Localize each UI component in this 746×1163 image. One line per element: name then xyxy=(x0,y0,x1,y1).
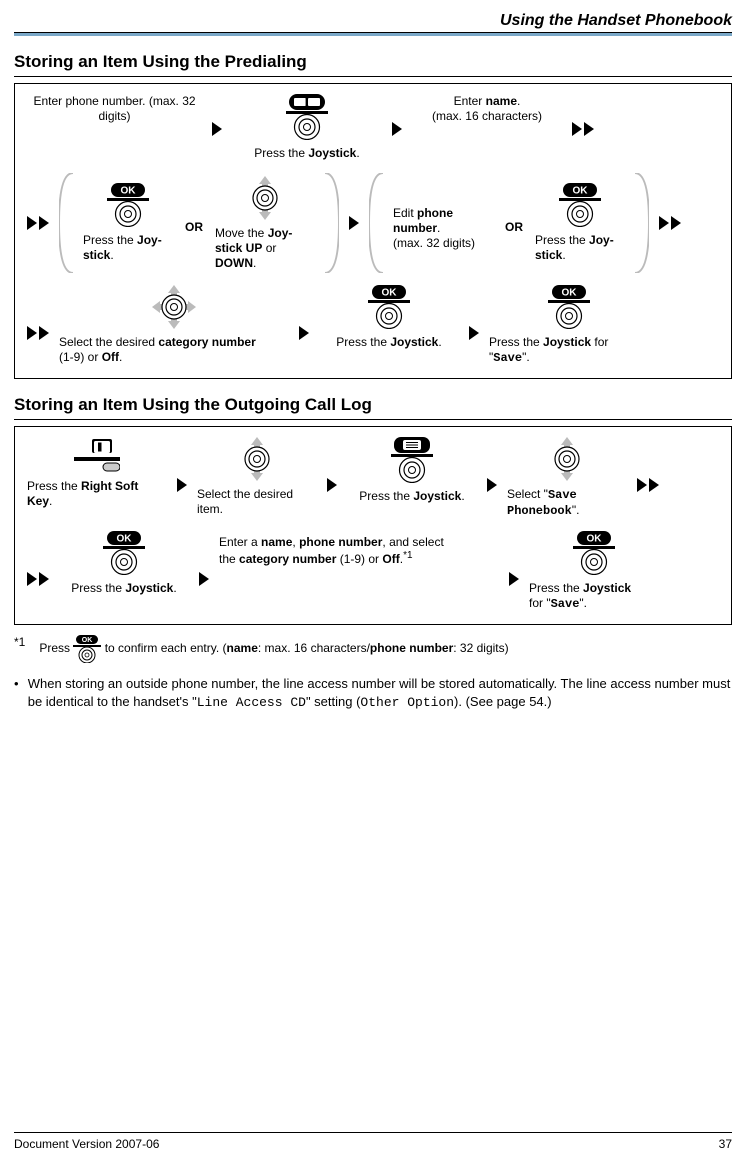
section1-underline xyxy=(14,76,732,77)
s2-step5-caption: Press the Joystick. xyxy=(59,581,189,596)
s1-step5-caption: Edit phonenumber.(max. 32 digits) xyxy=(393,206,493,251)
footnote-text: Press to confirm each entry. (name: max.… xyxy=(39,635,719,663)
footnote-label: *1 xyxy=(14,635,36,649)
s1-row3: Select the desired category number(1-9) … xyxy=(27,285,719,366)
s1-step4a-caption: Press the Joy-stick. xyxy=(83,233,173,263)
arrow-icon xyxy=(509,572,519,586)
bullet-icon: • xyxy=(14,675,20,711)
s2-step1-caption: Press the Right SoftKey. xyxy=(27,479,167,509)
joystick-updown-icon xyxy=(546,437,588,481)
joystick-updown-icon xyxy=(236,437,278,481)
bracket-left-icon xyxy=(369,173,383,273)
joystick-4way-icon xyxy=(152,285,196,329)
or-label: OR xyxy=(503,220,525,234)
s1-step4b-caption: Move the Joy-stick UP orDOWN. xyxy=(215,226,315,271)
s2-step2-caption: Select the desireditem. xyxy=(197,487,317,517)
s2-row2: Press the Joystick. Enter a name, phone … xyxy=(27,531,719,612)
s1-step7-caption: Select the desired category number(1-9) … xyxy=(59,335,289,365)
s2-step6-caption: Enter a name, phone number, and selectth… xyxy=(219,535,499,567)
s1-step3-caption: Enter name.(max. 16 characters) xyxy=(432,94,542,124)
joystick-book-icon xyxy=(286,94,328,140)
s1-step2-caption: Press the Joystick. xyxy=(232,146,382,161)
footnote-1: *1 Press to confirm each entry. (name: m… xyxy=(14,635,732,663)
s1-step9-caption: Press the Joystick for"Save". xyxy=(489,335,649,366)
arrow-icon xyxy=(27,326,49,340)
arrow-icon xyxy=(487,478,497,492)
joystick-ok-icon xyxy=(368,285,410,329)
section1-heading: Storing an Item Using the Predialing xyxy=(14,46,732,76)
arrow-icon xyxy=(349,216,359,230)
arrow-icon xyxy=(659,216,681,230)
page-header-wrap: Using the Handset Phonebook xyxy=(14,12,732,36)
arrow-icon xyxy=(212,122,222,136)
s2-step4-caption: Select "SavePhonebook". xyxy=(507,487,627,519)
page-footer: Document Version 2007-06 37 xyxy=(14,1132,732,1151)
rule-accent xyxy=(14,33,732,36)
joystick-menu-icon xyxy=(391,437,433,483)
arrow-icon xyxy=(177,478,187,492)
bracket-right-icon xyxy=(635,173,649,273)
note-paragraph: • When storing an outside phone number, … xyxy=(14,675,732,711)
note-text: When storing an outside phone number, th… xyxy=(28,675,732,711)
s1-step8-caption: Press the Joystick. xyxy=(319,335,459,350)
bracket-right-icon xyxy=(325,173,339,273)
s2-row1: Press the Right SoftKey. Select the desi… xyxy=(27,437,719,519)
arrow-icon xyxy=(199,572,209,586)
arrow-icon xyxy=(27,216,49,230)
joystick-ok-icon xyxy=(107,183,149,227)
joystick-ok-icon xyxy=(548,285,590,329)
s1-step6-caption: Press the Joy-stick. xyxy=(535,233,625,263)
arrow-icon xyxy=(572,122,594,136)
joystick-updown-icon xyxy=(244,176,286,220)
right-soft-key-icon xyxy=(74,437,120,473)
joystick-ok-icon xyxy=(103,531,145,575)
s2-step3-caption: Press the Joystick. xyxy=(347,489,477,504)
s1-row2: Press the Joy-stick. OR Move the Joy-sti… xyxy=(27,173,719,273)
s1-step1-caption: Enter phone number. (max. 32 digits) xyxy=(27,94,202,124)
section2-box: Press the Right SoftKey. Select the desi… xyxy=(14,426,732,625)
or-label: OR xyxy=(183,220,205,234)
arrow-icon xyxy=(392,122,402,136)
section2-heading: Storing an Item Using the Outgoing Call … xyxy=(14,389,732,419)
arrow-icon xyxy=(27,572,49,586)
arrow-icon xyxy=(469,326,479,340)
bracket-left-icon xyxy=(59,173,73,273)
section1-box: Enter phone number. (max. 32 digits) Pre… xyxy=(14,83,732,379)
arrow-icon xyxy=(637,478,659,492)
s1-row1: Enter phone number. (max. 32 digits) Pre… xyxy=(27,94,719,161)
footer-version: Document Version 2007-06 xyxy=(14,1137,159,1151)
section2-underline xyxy=(14,419,732,420)
s2-step7-caption: Press the Joystickfor "Save". xyxy=(529,581,659,612)
arrow-icon xyxy=(299,326,309,340)
joystick-ok-icon xyxy=(559,183,601,227)
footer-page-number: 37 xyxy=(719,1137,732,1151)
arrow-icon xyxy=(327,478,337,492)
joystick-ok-icon xyxy=(573,531,615,575)
joystick-ok-small-icon xyxy=(73,635,101,663)
page-header: Using the Handset Phonebook xyxy=(14,12,732,32)
